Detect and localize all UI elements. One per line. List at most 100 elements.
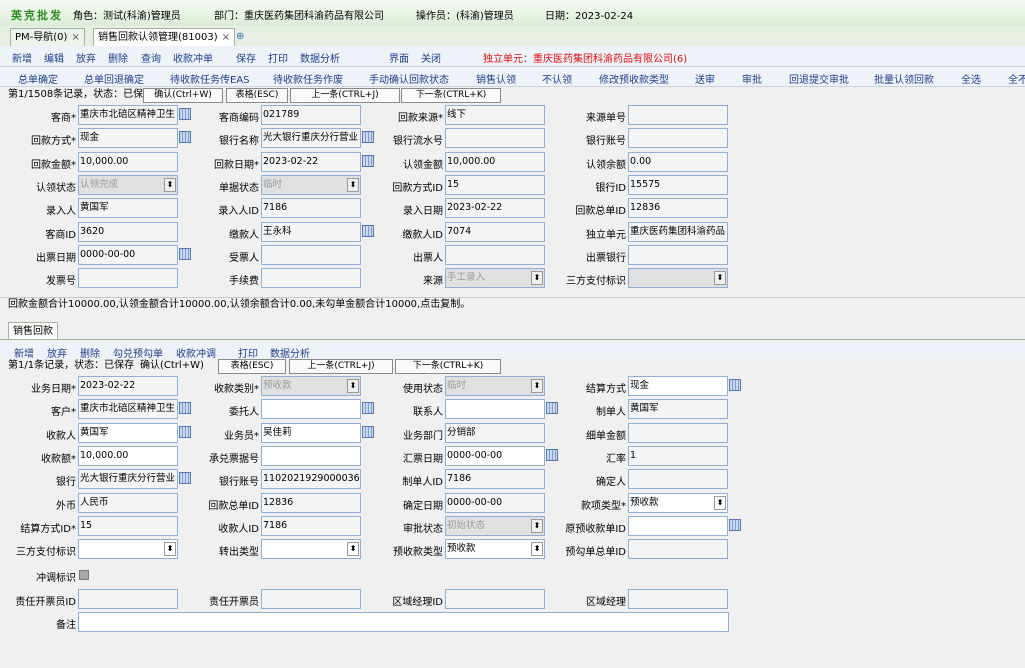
print-button[interactable]: 打印 <box>268 50 288 65</box>
detail-new-button[interactable]: 新增 <box>14 345 34 360</box>
master-field-r7c3[interactable] <box>628 268 728 289</box>
master-field-r2c0[interactable]: 10,000.00 <box>78 151 178 172</box>
detail-prev-button[interactable]: 上一条(CTRL+J) <box>289 359 393 374</box>
detail-field-r5c2[interactable]: 0000-00-00 <box>445 492 545 513</box>
action-submit[interactable]: 送审 <box>695 71 715 86</box>
master-field-r6c3[interactable] <box>628 244 728 265</box>
delete-button[interactable]: 删除 <box>108 50 128 65</box>
master-field-r0c1[interactable]: 021789 <box>261 105 361 125</box>
detail-confirm-button[interactable]: 确认(Ctrl+W) <box>140 359 204 373</box>
prev-button[interactable]: 上一条(CTRL+J) <box>290 88 400 103</box>
dropdown-arrow-icon[interactable]: ⬍ <box>714 271 726 286</box>
dropdown-arrow-icon[interactable]: ⬍ <box>531 518 543 533</box>
region-field[interactable] <box>628 589 728 609</box>
detail-grid-button[interactable]: 表格(ESC) <box>218 359 286 374</box>
action-unclaim[interactable]: 不认领 <box>542 71 572 86</box>
master-field-r1c2[interactable] <box>445 128 545 149</box>
detail-field-r4c0[interactable]: 光大银行重庆分行营业 <box>78 469 178 490</box>
action-rollback[interactable]: 总单回退确定 <box>84 71 144 86</box>
dropdown-arrow-icon[interactable]: ⬍ <box>714 495 726 510</box>
detail-pre-match-button[interactable]: 勾兑预勾单 <box>113 345 163 360</box>
master-field-r4c3[interactable]: 12836 <box>628 198 728 219</box>
grid-button[interactable]: 表格(ESC) <box>226 88 288 103</box>
action-eas[interactable]: 待收款任务传EAS <box>170 71 250 86</box>
detail-field-r2c2[interactable]: 分销部 <box>445 422 545 443</box>
master-field-r0c0[interactable]: 重庆市北碚区精神卫生 <box>78 105 178 125</box>
action-approve[interactable]: 审批 <box>742 71 762 86</box>
dropdown-arrow-icon[interactable]: ⬍ <box>347 542 359 557</box>
flush-checkbox[interactable] <box>79 570 89 580</box>
detail-field-r7c0[interactable] <box>78 539 178 560</box>
detail-analysis-button[interactable]: 数据分析 <box>270 345 310 360</box>
dropdown-arrow-icon[interactable]: ⬍ <box>531 542 543 557</box>
tab-sales-claim[interactable]: 销售回款认领管理(81003) × <box>93 28 236 46</box>
master-field-r4c1[interactable]: 7186 <box>261 198 361 219</box>
action-manual-status[interactable]: 手动确认回款状态 <box>369 71 449 86</box>
detail-discard-button[interactable]: 放弃 <box>47 345 67 360</box>
master-field-r5c2[interactable]: 7074 <box>445 221 545 242</box>
summary-bar[interactable]: 回款金额合计10000.00,认领金额合计10000.00,认领余额合计0.00… <box>0 297 1025 312</box>
detail-field-r1c0[interactable]: 重庆市北碚区精神卫生 <box>78 399 178 420</box>
offset-button[interactable]: 收款冲单 <box>173 50 213 65</box>
dropdown-arrow-icon[interactable]: ⬍ <box>347 379 359 393</box>
dropdown-arrow-icon[interactable]: ⬍ <box>531 379 543 393</box>
detail-field-r7c2[interactable]: 预收款 <box>445 539 545 560</box>
detail-field-r1c2[interactable] <box>445 399 545 420</box>
detail-field-r7c3[interactable] <box>628 539 728 560</box>
tab-pm-nav[interactable]: PM-导航(0) × <box>10 28 85 46</box>
discard-button[interactable]: 放弃 <box>76 50 96 65</box>
detail-print-button[interactable]: 打印 <box>238 345 258 360</box>
detail-field-r0c1[interactable]: 预收款 <box>261 376 361 396</box>
master-field-r2c2[interactable]: 10,000.00 <box>445 151 545 172</box>
detail-field-r3c3[interactable]: 1 <box>628 445 728 466</box>
detail-field-r5c1[interactable]: 12836 <box>261 492 361 513</box>
lookup-grid-icon[interactable] <box>729 379 741 391</box>
action-batch-claim[interactable]: 批量认领回款 <box>874 71 934 86</box>
master-field-r5c1[interactable]: 王永科 <box>261 221 361 242</box>
master-field-r0c2[interactable]: 线下 <box>445 105 545 125</box>
detail-field-r6c1[interactable]: 7186 <box>261 515 361 536</box>
detail-field-r6c2[interactable]: 初始状态 <box>445 515 545 536</box>
save-button[interactable]: 保存 <box>236 50 256 65</box>
region-id-field[interactable] <box>445 589 545 609</box>
resp-field[interactable] <box>261 589 361 609</box>
master-field-r1c3[interactable] <box>628 128 728 149</box>
add-tab-icon[interactable]: ⊕ <box>232 28 248 45</box>
action-select-none[interactable]: 全不 <box>1008 71 1025 86</box>
master-field-r6c2[interactable] <box>445 244 545 265</box>
dropdown-arrow-icon[interactable]: ⬍ <box>164 177 176 192</box>
detail-field-r5c0[interactable]: 人民币 <box>78 492 178 513</box>
master-field-r2c3[interactable]: 0.00 <box>628 151 728 172</box>
analysis-button[interactable]: 数据分析 <box>300 50 340 65</box>
close-button[interactable]: 关闭 <box>421 50 441 65</box>
action-rollback-approval[interactable]: 回退提交审批 <box>789 71 849 86</box>
confirm-button[interactable]: 确认(Ctrl+W) <box>143 88 223 103</box>
master-field-r7c2[interactable]: 手工录入 <box>445 268 545 289</box>
detail-field-r3c2[interactable]: 0000-00-00 <box>445 445 545 466</box>
dropdown-arrow-icon[interactable]: ⬍ <box>347 177 359 192</box>
detail-field-r2c3[interactable] <box>628 422 728 443</box>
master-field-r3c3[interactable]: 15575 <box>628 174 728 195</box>
close-icon[interactable]: × <box>222 32 230 43</box>
next-button[interactable]: 下一条(CTRL+K) <box>401 88 501 103</box>
detail-field-r4c1[interactable]: 1102021929000036344 <box>261 469 361 490</box>
master-field-r6c1[interactable] <box>261 244 361 265</box>
dropdown-arrow-icon[interactable]: ⬍ <box>164 542 176 557</box>
layout-button[interactable]: 界面 <box>389 50 409 65</box>
detail-field-r7c1[interactable] <box>261 539 361 560</box>
master-field-r7c0[interactable] <box>78 268 178 289</box>
detail-field-r2c1[interactable]: 吴佳莉 <box>261 422 361 443</box>
master-field-r1c0[interactable]: 现金 <box>78 128 178 149</box>
detail-field-r1c1[interactable] <box>261 399 361 420</box>
detail-next-button[interactable]: 下一条(CTRL+K) <box>395 359 501 374</box>
action-void[interactable]: 待收款任务作废 <box>273 71 343 86</box>
detail-field-r0c0[interactable]: 2023-02-22 <box>78 376 178 396</box>
master-field-r6c0[interactable]: 0000-00-00 <box>78 244 178 265</box>
master-field-r0c3[interactable] <box>628 105 728 125</box>
detail-field-r1c3[interactable]: 黄国军 <box>628 399 728 420</box>
master-field-r5c3[interactable]: 重庆医药集团科渝药品 <box>628 221 728 242</box>
detail-delete-button[interactable]: 删除 <box>80 345 100 360</box>
tab-sales-return[interactable]: 销售回款 <box>8 322 58 340</box>
detail-field-r4c2[interactable]: 7186 <box>445 469 545 490</box>
dropdown-arrow-icon[interactable]: ⬍ <box>531 271 543 286</box>
